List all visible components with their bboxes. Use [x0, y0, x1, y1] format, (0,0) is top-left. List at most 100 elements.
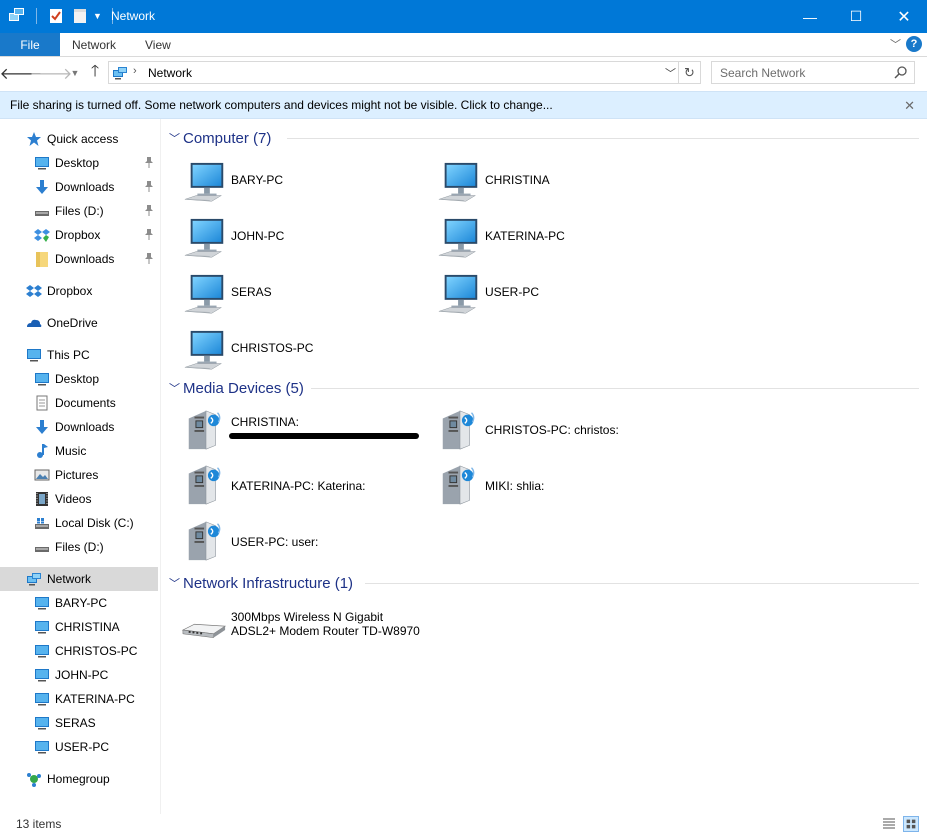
- forward-button[interactable]: 🡒: [30, 62, 73, 84]
- collapse-chevron-icon[interactable]: ﹀: [169, 575, 183, 591]
- group-header-network-infrastructure[interactable]: ﹀ Network Infrastructure (1): [169, 573, 919, 593]
- recent-locations-icon[interactable]: ▼: [64, 62, 86, 84]
- collapse-chevron-icon[interactable]: ﹀: [169, 130, 183, 146]
- breadcrumb-separator-icon[interactable]: ›: [133, 65, 137, 77]
- nav-network-christina[interactable]: CHRISTINA: [0, 615, 158, 639]
- tab-file[interactable]: File: [0, 33, 60, 56]
- computer-tile-christos-pc[interactable]: CHRISTOS-PC: [183, 327, 433, 379]
- computer-tile-christina[interactable]: CHRISTINA: [437, 159, 687, 211]
- computer-tile-user-pc[interactable]: USER-PC: [437, 271, 687, 323]
- router-icon: [179, 607, 229, 653]
- breadcrumb-network[interactable]: Network: [148, 66, 192, 80]
- computer-icon: [183, 161, 229, 207]
- media-device-icon: [183, 518, 229, 564]
- media-device-icon: [183, 462, 229, 508]
- search-input[interactable]: Search Network: [711, 61, 915, 84]
- maximize-button[interactable]: ☐: [833, 0, 879, 33]
- dropbox-icon: [34, 229, 50, 242]
- computer-icon: [34, 595, 50, 611]
- details-view-icon[interactable]: [881, 816, 897, 832]
- search-placeholder: Search Network: [720, 65, 806, 80]
- desktop-icon: [34, 371, 50, 387]
- nav-qa-downloads-folder[interactable]: Downloads: [0, 247, 158, 271]
- nav-network-user-pc[interactable]: USER-PC: [0, 735, 158, 759]
- media-tile-christina[interactable]: CHRISTINA:: [183, 405, 433, 457]
- network-app-icon[interactable]: [8, 7, 26, 25]
- nav-network-christos-pc[interactable]: CHRISTOS-PC: [0, 639, 158, 663]
- address-row: 🡐 🡒 ▼ 🡑 › Network ﹀ ↻ Search Network: [0, 58, 927, 88]
- this-pc-icon: [26, 347, 42, 363]
- expand-ribbon-icon[interactable]: ﹀: [890, 36, 901, 52]
- media-tile-christos-pc[interactable]: CHRISTOS-PC: christos:: [437, 405, 687, 457]
- media-tile-katerina-pc[interactable]: KATERINA-PC: Katerina:: [183, 460, 433, 512]
- nav-pc-downloads[interactable]: Downloads: [0, 415, 158, 439]
- group-divider: [365, 583, 919, 584]
- properties-icon[interactable]: [47, 7, 65, 25]
- help-icon[interactable]: ?: [906, 36, 922, 52]
- nav-this-pc[interactable]: This PC: [0, 343, 158, 367]
- nav-pc-local-disk-c[interactable]: Local Disk (C:): [0, 511, 158, 535]
- nav-pc-files-d[interactable]: Files (D:): [0, 535, 158, 559]
- tile-label: KATERINA-PC: [485, 229, 565, 243]
- nav-quick-access[interactable]: Quick access: [0, 127, 158, 151]
- refresh-icon[interactable]: ↻: [678, 62, 700, 83]
- computer-tile-katerina-pc[interactable]: KATERINA-PC: [437, 215, 687, 267]
- up-button[interactable]: 🡑: [84, 62, 106, 84]
- computer-tile-bary-pc[interactable]: BARY-PC: [183, 159, 433, 211]
- router-tile[interactable]: 300Mbps Wireless N Gigabit ADSL2+ Modem …: [179, 605, 479, 657]
- infobar-message[interactable]: File sharing is turned off. Some network…: [10, 98, 553, 112]
- collapse-chevron-icon[interactable]: ﹀: [169, 380, 183, 396]
- nav-network-john-pc[interactable]: JOHN-PC: [0, 663, 158, 687]
- nav-qa-dropbox[interactable]: Dropbox: [0, 223, 158, 247]
- minimize-button[interactable]: —: [787, 0, 833, 33]
- search-icon[interactable]: [894, 65, 908, 79]
- computer-icon: [34, 619, 50, 635]
- nav-dropbox[interactable]: Dropbox: [0, 279, 158, 303]
- title-bar: ▼ Network — ☐ ✕: [0, 0, 927, 33]
- nav-pc-videos[interactable]: Videos: [0, 487, 158, 511]
- desktop-icon: [34, 155, 50, 171]
- group-divider: [311, 388, 919, 389]
- nav-pc-music[interactable]: Music: [0, 439, 158, 463]
- nav-pc-documents[interactable]: Documents: [0, 391, 158, 415]
- address-bar[interactable]: › Network ﹀ ↻: [108, 61, 701, 84]
- nav-network-katerina-pc[interactable]: KATERINA-PC: [0, 687, 158, 711]
- nav-network-seras[interactable]: SERAS: [0, 711, 158, 735]
- computer-icon: [437, 217, 483, 263]
- nav-label: This PC: [47, 348, 90, 362]
- nav-qa-downloads[interactable]: Downloads: [0, 175, 158, 199]
- nav-homegroup[interactable]: Homegroup: [0, 767, 158, 791]
- new-folder-icon[interactable]: [71, 7, 89, 25]
- nav-network-bary-pc[interactable]: BARY-PC: [0, 591, 158, 615]
- computer-tile-john-pc[interactable]: JOHN-PC: [183, 215, 433, 267]
- nav-onedrive[interactable]: OneDrive: [0, 311, 158, 335]
- group-header-media-devices[interactable]: ﹀ Media Devices (5): [169, 378, 919, 398]
- nav-label: Documents: [55, 396, 116, 410]
- tab-view[interactable]: View: [145, 33, 171, 56]
- drive-icon: [35, 547, 49, 552]
- media-tile-user-pc[interactable]: USER-PC: user:: [183, 516, 433, 568]
- tab-network[interactable]: Network: [72, 33, 116, 56]
- computer-icon: [183, 329, 229, 375]
- address-dropdown-icon[interactable]: ﹀: [665, 65, 676, 81]
- qat-dropdown-icon[interactable]: ▼: [93, 11, 102, 21]
- nav-network[interactable]: Network: [0, 567, 158, 591]
- large-icons-view-icon[interactable]: [903, 816, 919, 832]
- close-button[interactable]: ✕: [881, 0, 927, 33]
- quick-access-toolbar: ▼: [8, 7, 117, 25]
- group-header-computer[interactable]: ﹀ Computer (7): [169, 128, 919, 148]
- media-device-icon: [437, 462, 483, 508]
- close-infobar-icon[interactable]: ✕: [904, 98, 915, 114]
- computer-tile-seras[interactable]: SERAS: [183, 271, 433, 323]
- nav-pc-desktop[interactable]: Desktop: [0, 367, 158, 391]
- nav-pc-pictures[interactable]: Pictures: [0, 463, 158, 487]
- pin-icon: [144, 180, 154, 192]
- network-location-icon: [112, 65, 128, 81]
- media-tile-miki[interactable]: MIKI: shlia:: [437, 460, 687, 512]
- nav-label: Homegroup: [47, 772, 110, 786]
- nav-qa-desktop[interactable]: Desktop: [0, 151, 158, 175]
- nav-label: CHRISTINA: [55, 620, 120, 634]
- nav-qa-files-d[interactable]: Files (D:): [0, 199, 158, 223]
- file-sharing-infobar[interactable]: File sharing is turned off. Some network…: [0, 91, 927, 119]
- computer-icon: [34, 691, 50, 707]
